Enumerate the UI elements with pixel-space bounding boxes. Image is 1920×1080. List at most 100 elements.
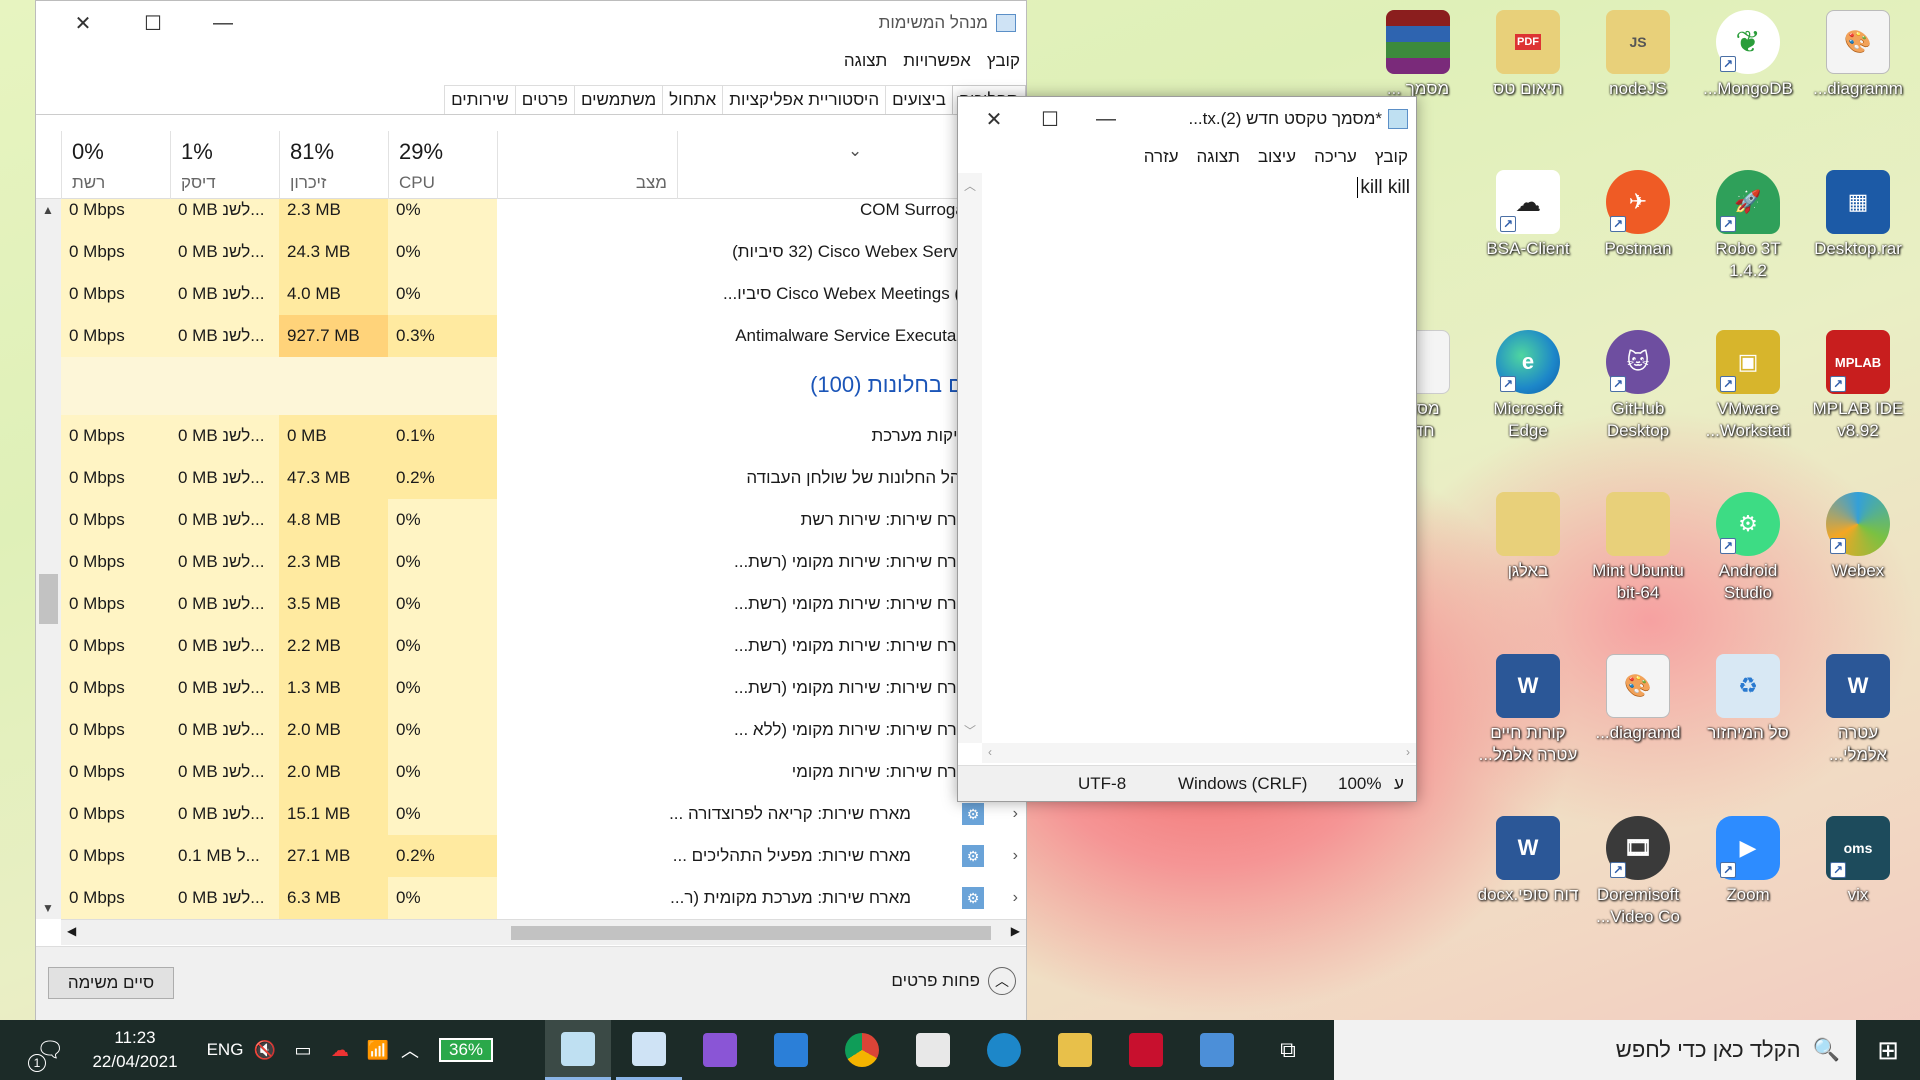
process-row[interactable]: 0 Mbps 0 MB לשנ... 4.0 MB 0% Cisco Webex Mee… (36, 273, 1026, 315)
column-network[interactable]: 0% רשת (61, 131, 170, 199)
process-row[interactable]: 0 Mbps 0 MB לשנ... 3.5 MB 0% מארח שירות: שיר… (36, 583, 1026, 625)
start-button[interactable]: ⊞ (1856, 1020, 1920, 1080)
process-row[interactable]: 0 Mbps 0 MB לשנ... 2.3 MB 0% מארח שירות: שיר… (36, 541, 1026, 583)
language-indicator[interactable]: ENG (200, 1020, 250, 1080)
desktop-icon-tiumtas[interactable]: PDF תיאום טס (1476, 10, 1580, 100)
desktop-icon-rar-1[interactable]: מסמך ... (1366, 10, 1470, 100)
desktop-icon-mint-ubuntu[interactable]: Mint Ubuntu 64-bit (1586, 492, 1690, 604)
scroll-right-icon[interactable]: › (1406, 745, 1410, 759)
minimize-button[interactable]: — (188, 1, 258, 45)
scroll-left-icon[interactable]: ◀ (67, 924, 76, 938)
menu-options[interactable]: אפשרויות (903, 51, 971, 71)
process-row[interactable]: 0 Mbps 0 MB לשנ... 2.2 MB 0% מארח שירות: שיר… (36, 625, 1026, 667)
notepad-text-area[interactable]: kill kill (982, 173, 1416, 743)
wifi-icon[interactable]: 📶 (360, 1020, 396, 1080)
desktop-icon-robo3t[interactable]: 🚀 ↗ Robo 3T 1.4.2 (1696, 170, 1800, 282)
chevron-up-icon[interactable]: ︿ (396, 1020, 424, 1080)
minimize-button[interactable]: — (1078, 97, 1134, 141)
column-memory[interactable]: 81% זיכרון (279, 131, 388, 199)
process-row[interactable]: 0 Mbps 0 MB לשנ... 4.8 MB 0% מארח שירות: שיר… (36, 499, 1026, 541)
column-cpu[interactable]: 29% CPU (388, 131, 497, 199)
process-row[interactable]: 0 Mbps 0 MB לשנ... 47.3 MB 0.2% מנהל החלונות… (36, 457, 1026, 499)
tab-details[interactable]: פרטים (514, 85, 575, 114)
desktop-icon-recycle-bin[interactable]: ♻ סל המיחזור (1696, 654, 1800, 744)
process-row[interactable]: 0 Mbps 0 MB לשנ... 2.0 MB 0% מארח שירות: שיר… (36, 709, 1026, 751)
menu-edit[interactable]: עריכה (1314, 147, 1357, 167)
process-row[interactable]: 0 Mbps 0 MB לשנ... 1.3 MB 0% מארח שירות: שיר… (36, 667, 1026, 709)
expand-chevron-icon[interactable]: › (1013, 877, 1018, 919)
battery-icon[interactable]: ▭ (285, 1020, 321, 1080)
desktop-icon-ateret[interactable]: W עטרה אלמלי... (1806, 654, 1910, 766)
desktop-icon-diagramm[interactable]: 🎨 diagramm... (1806, 10, 1910, 100)
desktop-icon-zoom[interactable]: ▶ ↗ Zoom (1696, 816, 1800, 906)
process-row[interactable]: 0 Mbps 0 MB לשנ... 15.1 MB 0% מארח שירות: קר… (36, 793, 1026, 835)
group-header-row[interactable]: תהליכים בחלונות (100) (36, 357, 1026, 415)
menu-help[interactable]: עזרה (1144, 147, 1179, 167)
desktop-icon-mongodb[interactable]: ❦ ↗ MongoDB... (1696, 10, 1800, 100)
tab-services[interactable]: שירותים (444, 85, 516, 114)
desktop-icon-android-studio[interactable]: ⚙ ↗ Android Studio (1696, 492, 1800, 604)
maximize-button[interactable]: ☐ (118, 1, 188, 45)
desktop-icon-diagramd[interactable]: 🎨 diagramd... (1586, 654, 1690, 744)
process-row[interactable]: 0 Mbps 0 MB לשנ... 927.7 MB 0.3% Antimalware… (36, 315, 1026, 357)
onedrive-error-icon[interactable]: ☁ (322, 1020, 358, 1080)
desktop-icon-bsa-client[interactable]: ☁ ↗ BSA-Client (1476, 170, 1580, 260)
menu-view[interactable]: תצוגה (844, 51, 887, 71)
desktop-icon-vix[interactable]: oms ↗ vix (1806, 816, 1910, 906)
close-button[interactable]: ✕ (48, 1, 118, 45)
menu-format[interactable]: עיצוב (1258, 147, 1296, 167)
process-list-horizontal-scrollbar[interactable]: ◀ ▶ (61, 919, 1026, 945)
column-status[interactable]: מצב (497, 131, 677, 199)
taskbar-app-visual-studio[interactable] (687, 1020, 753, 1080)
maximize-button[interactable]: ☐ (1022, 97, 1078, 141)
process-row[interactable]: 0 Mbps 0 MB לשנ... 2.0 MB 0% מארח שירות: שיר… (36, 751, 1026, 793)
taskbar-app-mail[interactable] (758, 1020, 824, 1080)
menu-file[interactable]: קובץ (987, 51, 1020, 71)
volume-muted-icon[interactable]: 🔇 (250, 1020, 280, 1080)
notepad-horizontal-scrollbar[interactable]: ‹ › (982, 743, 1416, 763)
taskbar-app-task-manager[interactable] (616, 1020, 682, 1080)
clock[interactable]: 11:23 22/04/2021 (80, 1020, 190, 1080)
taskbar-app-chrome[interactable] (829, 1020, 895, 1080)
desktop-icon-github-desktop[interactable]: 🐱 ↗ GitHub Desktop (1586, 330, 1690, 442)
desktop-icon-final-report[interactable]: W דוח סופי.docx (1476, 816, 1580, 906)
scroll-down-icon[interactable]: ﹀ (964, 722, 976, 739)
tab-performance[interactable]: ביצועים (885, 85, 953, 114)
desktop-icon-doremisoft[interactable]: 🎞 ↗ Doremisoft Video Co... (1586, 816, 1690, 928)
menu-file[interactable]: קובץ (1375, 147, 1408, 167)
scroll-left-icon[interactable]: ‹ (988, 745, 992, 759)
process-row[interactable]: 0 Mbps 0 MB לשנ... 2.3 MB 0% COM Surrogate (36, 199, 1026, 231)
tab-startup[interactable]: אתחול (662, 85, 724, 114)
process-row[interactable]: 0 Mbps 0 MB לשנ... 0 MB 0.1% פסיקות מערכת (36, 415, 1026, 457)
sort-chevron-icon[interactable]: ⌄ (848, 141, 862, 161)
desktop-icon-balagan[interactable]: באלגן (1476, 492, 1580, 582)
scroll-up-icon[interactable]: ︿ (964, 177, 976, 194)
taskbar-app-mcafee[interactable] (1113, 1020, 1179, 1080)
taskbar-app-edge[interactable] (971, 1020, 1037, 1080)
fewer-details-toggle[interactable]: ︿ פחות פרטים (891, 967, 1016, 995)
task-view-button[interactable]: ⧉ (1255, 1020, 1321, 1080)
tab-app-history[interactable]: היסטוריית אפליקציות (722, 85, 887, 114)
taskbar-app-store[interactable] (1184, 1020, 1250, 1080)
desktop-icon-nodejs[interactable]: JS nodeJS (1586, 10, 1690, 100)
menu-view[interactable]: תצוגה (1197, 147, 1240, 167)
desktop-icon-vmware[interactable]: ▣ ↗ VMware Workstati... (1696, 330, 1800, 442)
process-row[interactable]: 0 Mbps 0 MB לשנ... 6.3 MB 0% מארח שירות: מער… (36, 877, 1026, 919)
scrollbar-thumb[interactable] (511, 926, 991, 940)
process-row[interactable]: 0 Mbps 0 MB לשנ... 24.3 MB 0% Cisco Webex Se… (36, 231, 1026, 273)
notepad-vertical-scrollbar[interactable]: ︿ ﹀ (958, 173, 982, 743)
desktop-icon-desktop-rar[interactable]: ▦ Desktop.rar (1806, 170, 1910, 260)
taskbar-app-notepad[interactable] (545, 1020, 611, 1080)
action-center-button[interactable]: 🗨 1 (20, 1020, 80, 1080)
battery-percent-indicator[interactable]: 36% (428, 1020, 504, 1080)
column-disk[interactable]: 1% דיסק (170, 131, 279, 199)
desktop-icon-mplab[interactable]: MPLAB ↗ MPLAB IDE v8.92 (1806, 330, 1910, 442)
taskbar-app-file-explorer[interactable] (1042, 1020, 1108, 1080)
close-button[interactable]: ✕ (966, 97, 1022, 141)
taskbar-app-paint[interactable] (900, 1020, 966, 1080)
scroll-right-icon[interactable]: ▶ (1011, 924, 1020, 938)
end-task-button[interactable]: סיים משימה (48, 967, 174, 999)
desktop-icon-koroth[interactable]: W קורות חיים עטרה אלמל... (1476, 654, 1580, 766)
expand-chevron-icon[interactable]: › (1013, 835, 1018, 877)
desktop-icon-edge[interactable]: e ↗ Microsoft Edge (1476, 330, 1580, 442)
